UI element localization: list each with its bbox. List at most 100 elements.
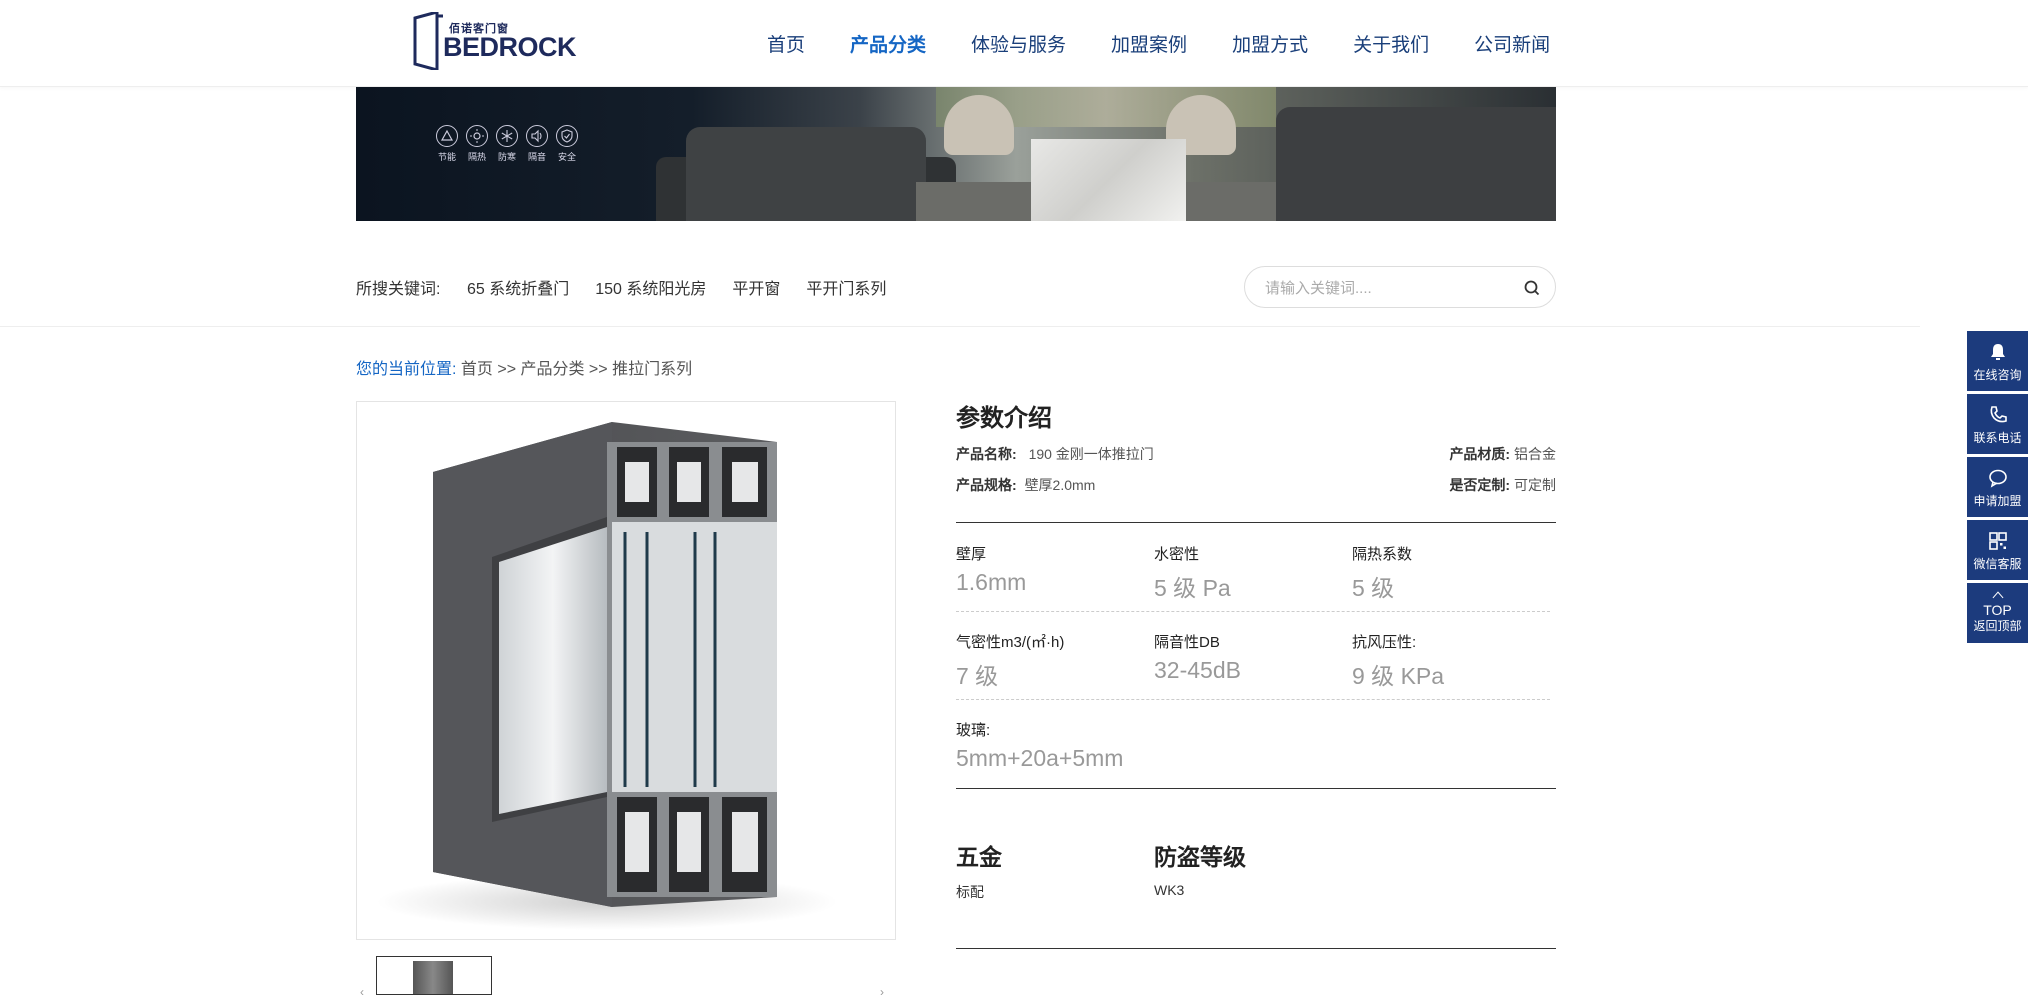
feature-label: 隔热: [467, 152, 486, 162]
product-name-key: 产品名称:: [956, 446, 1017, 462]
spec-insulation: 隔热系数 5 级: [1352, 543, 1552, 603]
feature-heat: 隔热: [462, 125, 492, 163]
spec-value: 32-45dB: [1154, 657, 1241, 683]
nav-home[interactable]: 首页: [767, 30, 805, 57]
spec-sound-insulation: 隔音性DB 32-45dB: [1154, 631, 1354, 684]
site-header: 佰诺客门窗 BEDROCK 首页 产品分类 体验与服务 加盟案例 加盟方式 关于…: [0, 0, 2028, 87]
product-spec-key: 产品规格:: [956, 477, 1017, 493]
keyword-list: 65 系统折叠门 150 系统阳光房 平开窗 平开门系列: [467, 275, 912, 299]
recycle-icon: [436, 125, 458, 147]
spec-key: 玻璃:: [956, 722, 991, 739]
spec-glass: 玻璃: 5mm+20a+5mm: [956, 719, 1256, 772]
feature-icons: 节能 隔热 防寒 隔音 安全: [432, 125, 582, 163]
product-name-value: 190 金刚一体推拉门: [1028, 446, 1154, 462]
spec-water-tightness: 水密性 5 级 Pa: [1154, 543, 1354, 603]
banner-sofa-left: [686, 127, 926, 221]
sun-icon: [466, 125, 488, 147]
product-thumbnail[interactable]: [376, 956, 492, 995]
spec-value: 1.6mm: [956, 569, 1027, 595]
search-input[interactable]: [1265, 277, 1505, 299]
params-title: 参数介绍: [956, 405, 1052, 432]
sidebar-label: 在线咨询: [1973, 368, 2022, 382]
product-spec-row: 产品规格: 壁厚2.0mm: [956, 475, 1095, 495]
breadcrumb-path[interactable]: 首页 >> 产品分类 >> 推拉门系列: [461, 361, 692, 378]
spec-key: 隔热系数: [1352, 546, 1413, 563]
product-material-row: 产品材质: 铝合金: [1449, 444, 1556, 464]
search-box: [1244, 266, 1556, 308]
chevron-left-icon[interactable]: ‹: [360, 985, 364, 995]
divider-dashed: [956, 699, 1550, 700]
spec-wind-pressure: 抗风压性: 9 级 KPa: [1352, 631, 1552, 691]
spec-wall-thickness: 壁厚 1.6mm: [956, 543, 1156, 596]
keyword-label: 所搜关键词:: [356, 281, 441, 298]
product-material-key: 产品材质:: [1449, 446, 1511, 462]
banner-sofa-right: [1276, 107, 1556, 221]
keyword-item[interactable]: 65 系统折叠门: [467, 275, 569, 299]
sidebar-phone[interactable]: 联系电话: [1967, 394, 2028, 454]
product-custom-row: 是否定制: 可定制: [1449, 475, 1556, 495]
hardware-block: 五金 标配: [956, 838, 1002, 902]
chevron-right-icon[interactable]: ›: [880, 985, 884, 995]
feature-sound: 隔音: [522, 125, 552, 163]
top-label: TOP: [1983, 602, 2012, 618]
sidebar-online-consult[interactable]: 在线咨询: [1967, 331, 2028, 391]
search-icon[interactable]: [1521, 277, 1543, 299]
product-name-row: 产品名称: 190 金刚一体推拉门: [956, 444, 1154, 464]
sidebar-apply-join[interactable]: 申请加盟: [1967, 457, 2028, 517]
nav-join[interactable]: 加盟方式: [1232, 30, 1308, 57]
divider-dashed: [956, 611, 1550, 612]
speaker-icon: [526, 125, 548, 147]
feature-label: 隔音: [527, 152, 546, 162]
sidebar-wechat[interactable]: 微信客服: [1967, 520, 2028, 580]
phone-icon: [1990, 406, 2007, 423]
nav-cases[interactable]: 加盟案例: [1111, 30, 1187, 57]
sidebar-label: 返回顶部: [1973, 619, 2022, 633]
product-image[interactable]: [356, 401, 896, 940]
sidebar-label: 联系电话: [1973, 431, 2022, 445]
nav-experience[interactable]: 体验与服务: [971, 30, 1066, 57]
product-custom-key: 是否定制:: [1449, 477, 1511, 493]
breadcrumb: 您的当前位置: 首页 >> 产品分类 >> 推拉门系列: [356, 355, 692, 379]
nav-products[interactable]: 产品分类: [850, 30, 926, 57]
window-profile-illustration: [377, 422, 837, 930]
product-banner: 节能 隔热 防寒 隔音 安全: [356, 87, 1556, 221]
nav-about[interactable]: 关于我们: [1353, 30, 1429, 57]
spec-key: 气密性m3/(㎡·h): [956, 634, 1065, 651]
keyword-item[interactable]: 平开门系列: [806, 275, 886, 299]
sidebar-back-to-top[interactable]: TOP 返回顶部: [1967, 583, 2028, 643]
security-value: WK3: [1154, 882, 1185, 898]
brand-logo[interactable]: 佰诺客门窗 BEDROCK: [413, 10, 577, 74]
spec-air-tightness: 气密性m3/(㎡·h) 7 级: [956, 631, 1156, 691]
arrow-up-icon: [1992, 591, 2003, 599]
snowflake-icon: [496, 125, 518, 147]
feature-cold: 防寒: [492, 125, 522, 163]
divider: [956, 948, 1556, 949]
divider: [956, 522, 1556, 523]
spec-value: 7 级: [956, 663, 999, 689]
spec-key: 抗风压性:: [1352, 634, 1417, 651]
logo-door-icon: [413, 12, 443, 70]
logo-wordmark: BEDROCK: [443, 32, 577, 62]
chat-bell-icon: [1990, 344, 2005, 360]
product-material-value: 铝合金: [1514, 446, 1556, 462]
sidebar-label: 申请加盟: [1973, 494, 2022, 508]
nav-news[interactable]: 公司新闻: [1474, 30, 1550, 57]
keyword-item[interactable]: 150 系统阳光房: [595, 275, 706, 299]
shield-icon: [556, 125, 578, 147]
security-block: 防盗等级 WK3: [1154, 838, 1246, 898]
keyword-bar: 所搜关键词: 65 系统折叠门 150 系统阳光房 平开窗 平开门系列: [0, 255, 1920, 327]
qrcode-icon: [1988, 532, 2007, 550]
spec-value: 5mm+20a+5mm: [956, 745, 1124, 771]
banner-coffee-table: [1031, 139, 1186, 221]
hardware-key: 五金: [956, 844, 1002, 870]
spec-value: 5 级: [1352, 575, 1395, 601]
feature-safety: 安全: [552, 125, 582, 163]
keyword-item[interactable]: 平开窗: [732, 275, 780, 299]
main-nav: 首页 产品分类 体验与服务 加盟案例 加盟方式 关于我们 公司新闻: [767, 0, 1595, 87]
spec-value: 9 级 KPa: [1352, 663, 1445, 689]
spec-key: 隔音性DB: [1154, 634, 1220, 651]
spec-key: 水密性: [1154, 546, 1200, 563]
message-icon: [1988, 469, 2007, 488]
floating-sidebar: 在线咨询 联系电话 申请加盟 微信客服 TOP 返回顶部: [1967, 331, 2028, 646]
feature-label: 防寒: [497, 152, 516, 162]
